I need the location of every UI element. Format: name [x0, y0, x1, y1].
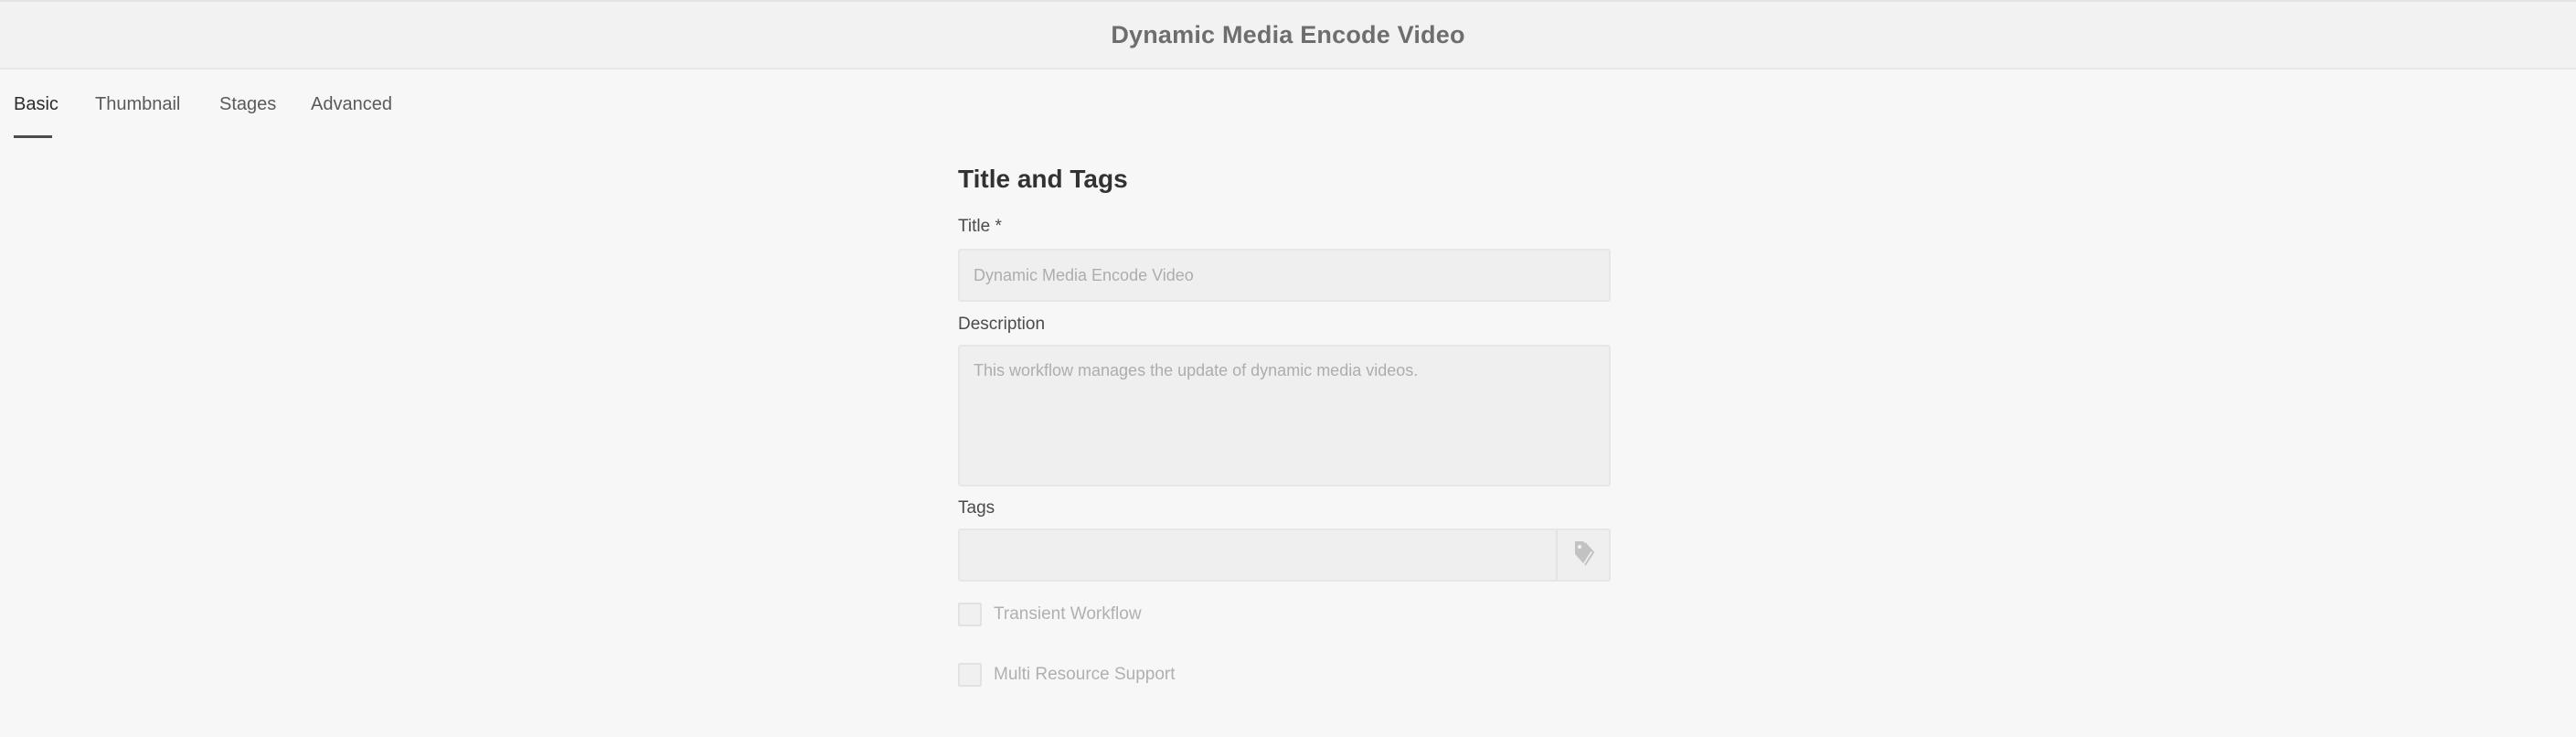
active-tab-indicator	[14, 135, 52, 138]
multi-resource-support-checkbox[interactable]	[958, 663, 982, 687]
transient-workflow-option[interactable]: Transient Workflow	[958, 603, 1142, 626]
description-textarea[interactable]	[958, 345, 1611, 486]
tags-input[interactable]	[958, 529, 1611, 582]
tab-advanced[interactable]: Advanced	[311, 94, 392, 115]
multi-resource-support-option[interactable]: Multi Resource Support	[958, 663, 1176, 687]
header-bar: Dynamic Media Encode Video	[0, 0, 2576, 69]
tab-thumbnail[interactable]: Thumbnail	[95, 94, 180, 115]
multi-resource-support-label: Multi Resource Support	[994, 665, 1176, 684]
tab-basic[interactable]: Basic	[14, 94, 59, 115]
transient-workflow-checkbox[interactable]	[958, 603, 982, 626]
title-label: Title *	[958, 217, 1002, 236]
section-title: Title and Tags	[958, 165, 1128, 193]
tags-picker-button[interactable]	[1556, 530, 1609, 580]
tags-label: Tags	[958, 498, 995, 518]
description-label: Description	[958, 315, 1046, 334]
tab-stages[interactable]: Stages	[219, 94, 276, 115]
title-input[interactable]	[958, 249, 1611, 302]
tag-icon	[1572, 539, 1595, 571]
page-title: Dynamic Media Encode Video	[1111, 20, 1465, 48]
transient-workflow-label: Transient Workflow	[994, 604, 1142, 624]
tab-bar: Basic Thumbnail Stages Advanced	[0, 69, 2576, 141]
